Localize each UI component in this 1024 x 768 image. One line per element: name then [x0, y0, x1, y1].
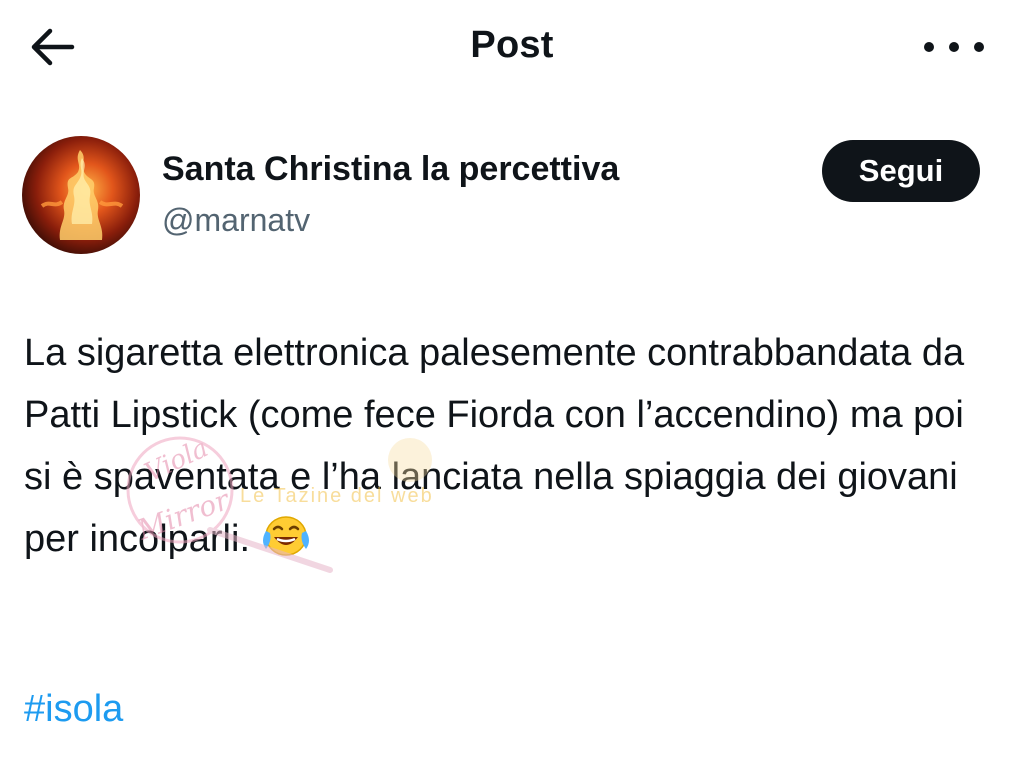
- more-options-button[interactable]: [924, 30, 984, 64]
- hashtag-link[interactable]: #isola: [24, 688, 123, 731]
- avatar[interactable]: [22, 136, 140, 254]
- fire-figure-avatar: [40, 150, 124, 240]
- author-row: Santa Christina la percettiva @marnatv S…: [0, 130, 1024, 270]
- more-horizontal-icon: [949, 42, 959, 52]
- more-horizontal-icon: [924, 42, 934, 52]
- top-bar: Post: [0, 0, 1024, 96]
- author-name[interactable]: Santa Christina la percettiva: [162, 150, 619, 189]
- author-handle[interactable]: @marnatv: [162, 202, 310, 239]
- face-with-tears-of-joy-icon: [263, 516, 309, 556]
- more-horizontal-icon: [974, 42, 984, 52]
- post-text: La sigaretta elettronica palesemente con…: [24, 322, 999, 570]
- post-text-content: La sigaretta elettronica palesemente con…: [24, 332, 965, 560]
- page-title: Post: [470, 24, 554, 66]
- follow-button[interactable]: Segui: [822, 140, 980, 202]
